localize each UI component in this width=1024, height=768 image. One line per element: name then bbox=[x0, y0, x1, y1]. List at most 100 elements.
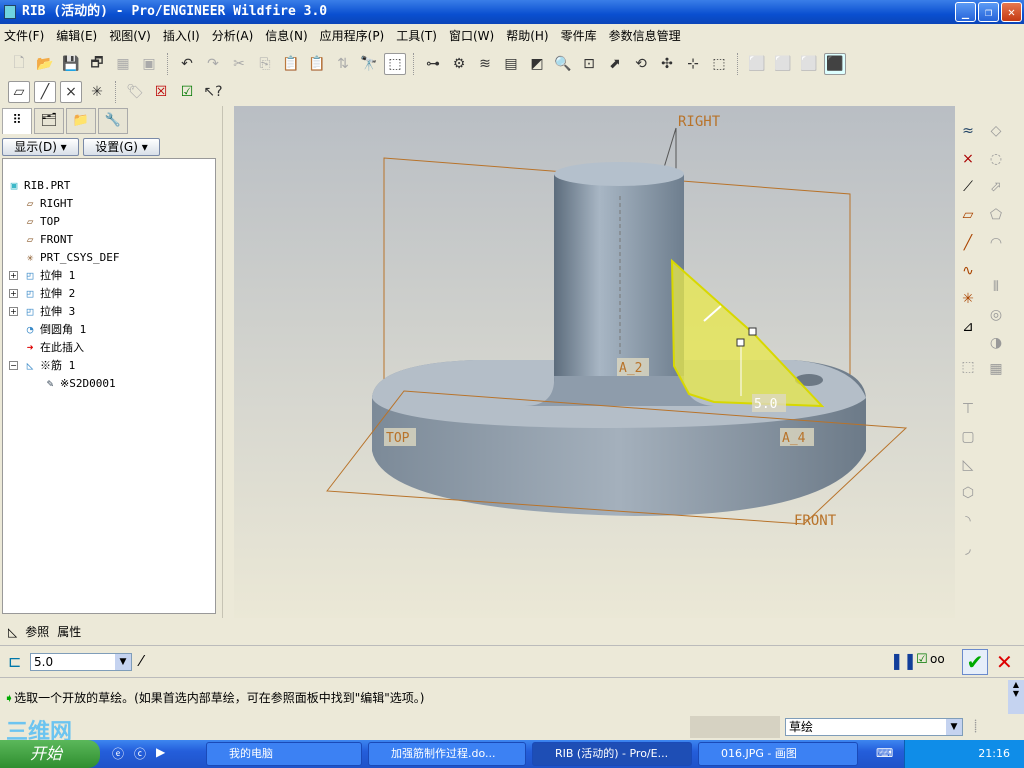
close-window-icon[interactable]: ☒ bbox=[150, 81, 172, 103]
filter-select[interactable]: 草绘 ▼ bbox=[785, 718, 963, 736]
mirror-icon[interactable]: ⫴ bbox=[985, 276, 1007, 298]
dimension-label[interactable]: 5.0 bbox=[754, 397, 777, 412]
panel-splitter[interactable] bbox=[222, 106, 234, 618]
csys-tool-icon[interactable]: ✳ bbox=[957, 288, 979, 310]
tree-item[interactable]: ▣ RIB.PRT bbox=[7, 177, 71, 195]
pause-icon[interactable]: ❚❚ bbox=[890, 651, 917, 670]
annotation-icon[interactable]: ⬚ bbox=[708, 53, 730, 75]
zoom-in-icon[interactable]: 🔍 bbox=[552, 53, 574, 75]
zoom-fit-icon[interactable]: ⊡ bbox=[578, 53, 600, 75]
save-copy-icon[interactable]: ▦ bbox=[112, 53, 134, 75]
save-icon[interactable]: 💾 bbox=[60, 53, 82, 75]
saved-views-icon[interactable]: ⟲ bbox=[630, 53, 652, 75]
cancel-button[interactable]: ✕ bbox=[996, 650, 1013, 674]
shading-icon[interactable]: ⬛ bbox=[824, 53, 846, 75]
hidden-line-icon[interactable]: ⬜ bbox=[772, 53, 794, 75]
axis-tool-icon[interactable]: ╱ bbox=[957, 232, 979, 254]
sweep-tool-icon[interactable]: ⬀ bbox=[985, 176, 1007, 198]
chevron-down-icon[interactable]: ▼ bbox=[115, 654, 131, 670]
draft-icon[interactable]: ⬡ bbox=[957, 482, 979, 504]
settings-dropdown[interactable]: 设置(G) ▾ bbox=[83, 138, 160, 156]
glasses-icon[interactable]: oo bbox=[930, 652, 945, 666]
rib-tool-icon[interactable]: ◺ bbox=[957, 454, 979, 476]
axis-display-icon[interactable]: ╱ bbox=[34, 81, 56, 103]
wireframe-icon[interactable]: ⬜ bbox=[746, 53, 768, 75]
tree-item[interactable]: ◺ ※筋 1 bbox=[23, 357, 76, 375]
blend-tool-icon[interactable]: ⬠ bbox=[985, 204, 1007, 226]
select-window-icon[interactable]: 🗗 bbox=[86, 53, 108, 75]
regenerate-icon[interactable]: ⇅ bbox=[332, 53, 354, 75]
datum-display-icon[interactable]: ⊶ bbox=[422, 53, 444, 75]
menu-applications[interactable]: 应用程序(P) bbox=[320, 27, 385, 44]
tag-icon[interactable]: 🏷 bbox=[124, 81, 146, 103]
cut-icon[interactable]: ✂ bbox=[228, 53, 250, 75]
menu-file[interactable]: 文件(F) bbox=[4, 27, 44, 44]
orient-icon[interactable]: ⚙ bbox=[448, 53, 470, 75]
tab-properties[interactable]: 属性 bbox=[57, 623, 81, 640]
tree-item[interactable]: ➜ 在此插入 bbox=[23, 339, 84, 357]
menu-view[interactable]: 视图(V) bbox=[109, 27, 151, 44]
show-dropdown[interactable]: 显示(D) ▾ bbox=[2, 138, 79, 156]
flip-direction-icon[interactable]: ⁄ bbox=[140, 652, 143, 670]
merge-icon[interactable]: ◎ bbox=[985, 304, 1007, 326]
tree-item[interactable]: ▱ FRONT bbox=[23, 231, 73, 249]
selection-box-icon[interactable]: ⬚ bbox=[384, 53, 406, 75]
expand-toggle[interactable]: − bbox=[9, 361, 18, 370]
csys-toggle-icon[interactable]: ✳ bbox=[86, 81, 108, 103]
menu-edit[interactable]: 编辑(E) bbox=[56, 27, 97, 44]
layers-icon[interactable]: ≋ bbox=[474, 53, 496, 75]
tab-model-tree[interactable]: ⠿ bbox=[2, 108, 32, 134]
shell-icon[interactable]: ▢ bbox=[957, 426, 979, 448]
activate-window-icon[interactable]: ☑ bbox=[176, 81, 198, 103]
start-button[interactable]: 开始 bbox=[0, 740, 100, 768]
repaint-icon[interactable]: ◩ bbox=[526, 53, 548, 75]
datum-curve-sketch-icon[interactable]: ≈ bbox=[957, 120, 979, 142]
tree-item[interactable]: ✳ PRT_CSYS_DEF bbox=[23, 249, 120, 267]
chevron-down-icon[interactable]: ▼ bbox=[946, 719, 962, 735]
tab-favorites[interactable]: 📁 bbox=[66, 108, 96, 134]
no-hidden-icon[interactable]: ⬜ bbox=[798, 53, 820, 75]
round-tool-icon[interactable]: ◝ bbox=[957, 510, 979, 532]
boundary-icon[interactable]: ◠ bbox=[985, 232, 1007, 254]
menu-analysis[interactable]: 分析(A) bbox=[212, 27, 254, 44]
curve-tool-icon[interactable]: ∿ bbox=[957, 260, 979, 282]
menu-insert[interactable]: 插入(I) bbox=[163, 27, 200, 44]
undo-icon[interactable]: ↶ bbox=[176, 53, 198, 75]
expand-toggle[interactable]: + bbox=[9, 307, 18, 316]
spin-center-icon[interactable]: ✣ bbox=[656, 53, 678, 75]
paste-special-icon[interactable]: 📋 bbox=[306, 53, 328, 75]
expand-toggle[interactable]: + bbox=[9, 271, 18, 280]
backup-icon[interactable]: ▣ bbox=[138, 53, 160, 75]
copy-icon[interactable]: ⎘ bbox=[254, 53, 276, 75]
reorient-icon[interactable]: ⬈ bbox=[604, 53, 626, 75]
open-icon[interactable]: 📂 bbox=[34, 53, 56, 75]
grid-pattern-icon[interactable]: ▦ bbox=[985, 358, 1007, 380]
point-display-icon[interactable]: × bbox=[60, 81, 82, 103]
menu-param-info[interactable]: 参数信息管理 bbox=[609, 27, 681, 44]
keyboard-icon[interactable]: ⌨ bbox=[876, 746, 893, 760]
hole-icon[interactable]: ⊤ bbox=[957, 398, 979, 420]
plane-display-icon[interactable]: ▱ bbox=[8, 81, 30, 103]
datum-point-icon[interactable]: × bbox=[957, 148, 979, 170]
preview-checkbox[interactable]: ☑ bbox=[916, 652, 928, 667]
view-manager-icon[interactable]: ▤ bbox=[500, 53, 522, 75]
chamfer-icon[interactable]: ◞ bbox=[957, 538, 979, 560]
tab-references[interactable]: 参照 bbox=[25, 623, 49, 640]
tree-item[interactable]: ◰ 拉伸 1 bbox=[23, 267, 76, 285]
task-paint[interactable]: 016.JPG - 画图 bbox=[698, 742, 858, 766]
tab-folder-browser[interactable]: 🗂 bbox=[34, 108, 64, 134]
task-word-doc[interactable]: 加强筋制作过程.do... bbox=[368, 742, 526, 766]
quicklaunch-ie-icon[interactable]: ⓔ bbox=[112, 745, 124, 762]
find-icon[interactable]: 🔭 bbox=[358, 53, 380, 75]
tree-item[interactable]: ◰ 拉伸 2 bbox=[23, 285, 76, 303]
analysis-icon[interactable]: ⊿ bbox=[957, 316, 979, 338]
datum-axis-icon[interactable]: ⟋ bbox=[957, 176, 979, 198]
minimize-button[interactable]: _ bbox=[955, 2, 976, 22]
csys-display-icon[interactable]: ⊹ bbox=[682, 53, 704, 75]
new-file-icon[interactable]: 🗋 bbox=[8, 53, 30, 75]
thickness-input[interactable]: 5.0 ▼ bbox=[30, 653, 132, 671]
tree-item[interactable]: ◔ 倒圆角 1 bbox=[23, 321, 87, 339]
pattern-icon[interactable]: ◑ bbox=[985, 332, 1007, 354]
revolve-tool-icon[interactable]: ◌ bbox=[985, 148, 1007, 170]
quicklaunch-browser-icon[interactable]: ⓒ bbox=[134, 745, 146, 762]
